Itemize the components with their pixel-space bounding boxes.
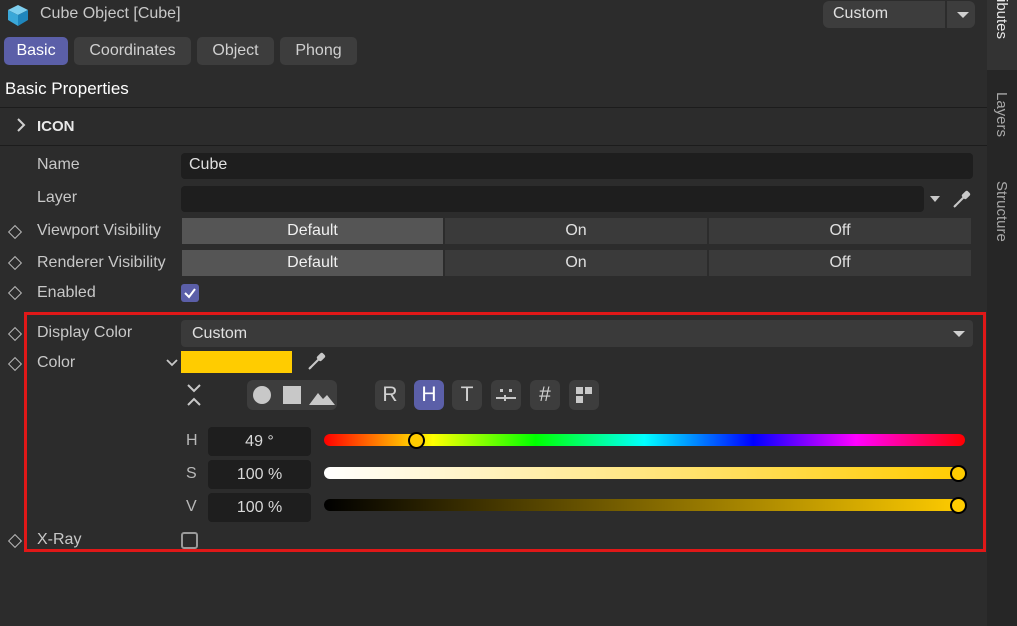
mode-dropdown[interactable]: Custom [823,1,975,28]
viewport-visibility-label: Viewport Visibility [37,222,161,239]
keyframe-diamond-icon[interactable] [7,326,23,342]
renderer-visibility-off[interactable]: Off [709,250,971,276]
enabled-label: Enabled [37,284,96,301]
keyframe-diamond-icon[interactable] [7,533,23,549]
enabled-checkbox[interactable] [181,284,199,302]
side-tab-layers[interactable]: Layers [993,92,1010,137]
mode-dropdown-value: Custom [833,5,889,22]
renderer-visibility-default[interactable]: Default [182,250,443,276]
group-label-icon[interactable]: ICON [37,118,75,135]
tab-phong[interactable]: Phong [280,37,357,65]
side-tab-structure[interactable]: Structure [993,181,1010,242]
viewport-visibility-on[interactable]: On [445,218,707,244]
divider [0,145,987,146]
side-tab-strip: Layers Structure [987,70,1017,626]
object-title: Cube Object [Cube] [40,5,181,22]
chevron-down-icon[interactable] [957,12,969,18]
keyframe-diamond-icon[interactable] [7,255,23,271]
tab-basic[interactable]: Basic [4,37,68,65]
name-label: Name [37,156,80,173]
layer-label: Layer [37,189,78,206]
section-title: Basic Properties [5,79,129,98]
chevron-down-icon[interactable] [930,196,940,202]
chevron-right-icon[interactable] [16,118,26,132]
check-icon [184,288,196,299]
side-tab-attributes[interactable]: ributes [993,0,1010,39]
keyframe-diamond-icon[interactable] [7,285,23,301]
renderer-visibility-label: Renderer Visibility [37,254,166,271]
eyedropper-icon[interactable] [951,188,973,210]
divider [0,107,987,108]
name-field-value: Cube [189,156,228,173]
renderer-visibility-on[interactable]: On [445,250,707,276]
side-tab-attributes-area[interactable]: ributes [987,0,1017,70]
viewport-visibility-default[interactable]: Default [182,218,443,244]
keyframe-diamond-icon[interactable] [7,224,23,240]
keyframe-diamond-icon[interactable] [7,356,23,372]
name-field[interactable]: Cube [181,153,973,179]
tab-coordinates[interactable]: Coordinates [74,37,191,65]
viewport-visibility-off[interactable]: Off [709,218,971,244]
highlight-box [24,312,986,552]
cube-object-icon [8,5,28,26]
dropdown-separator [945,1,947,28]
layer-field[interactable] [181,186,924,212]
tab-object[interactable]: Object [197,37,274,65]
